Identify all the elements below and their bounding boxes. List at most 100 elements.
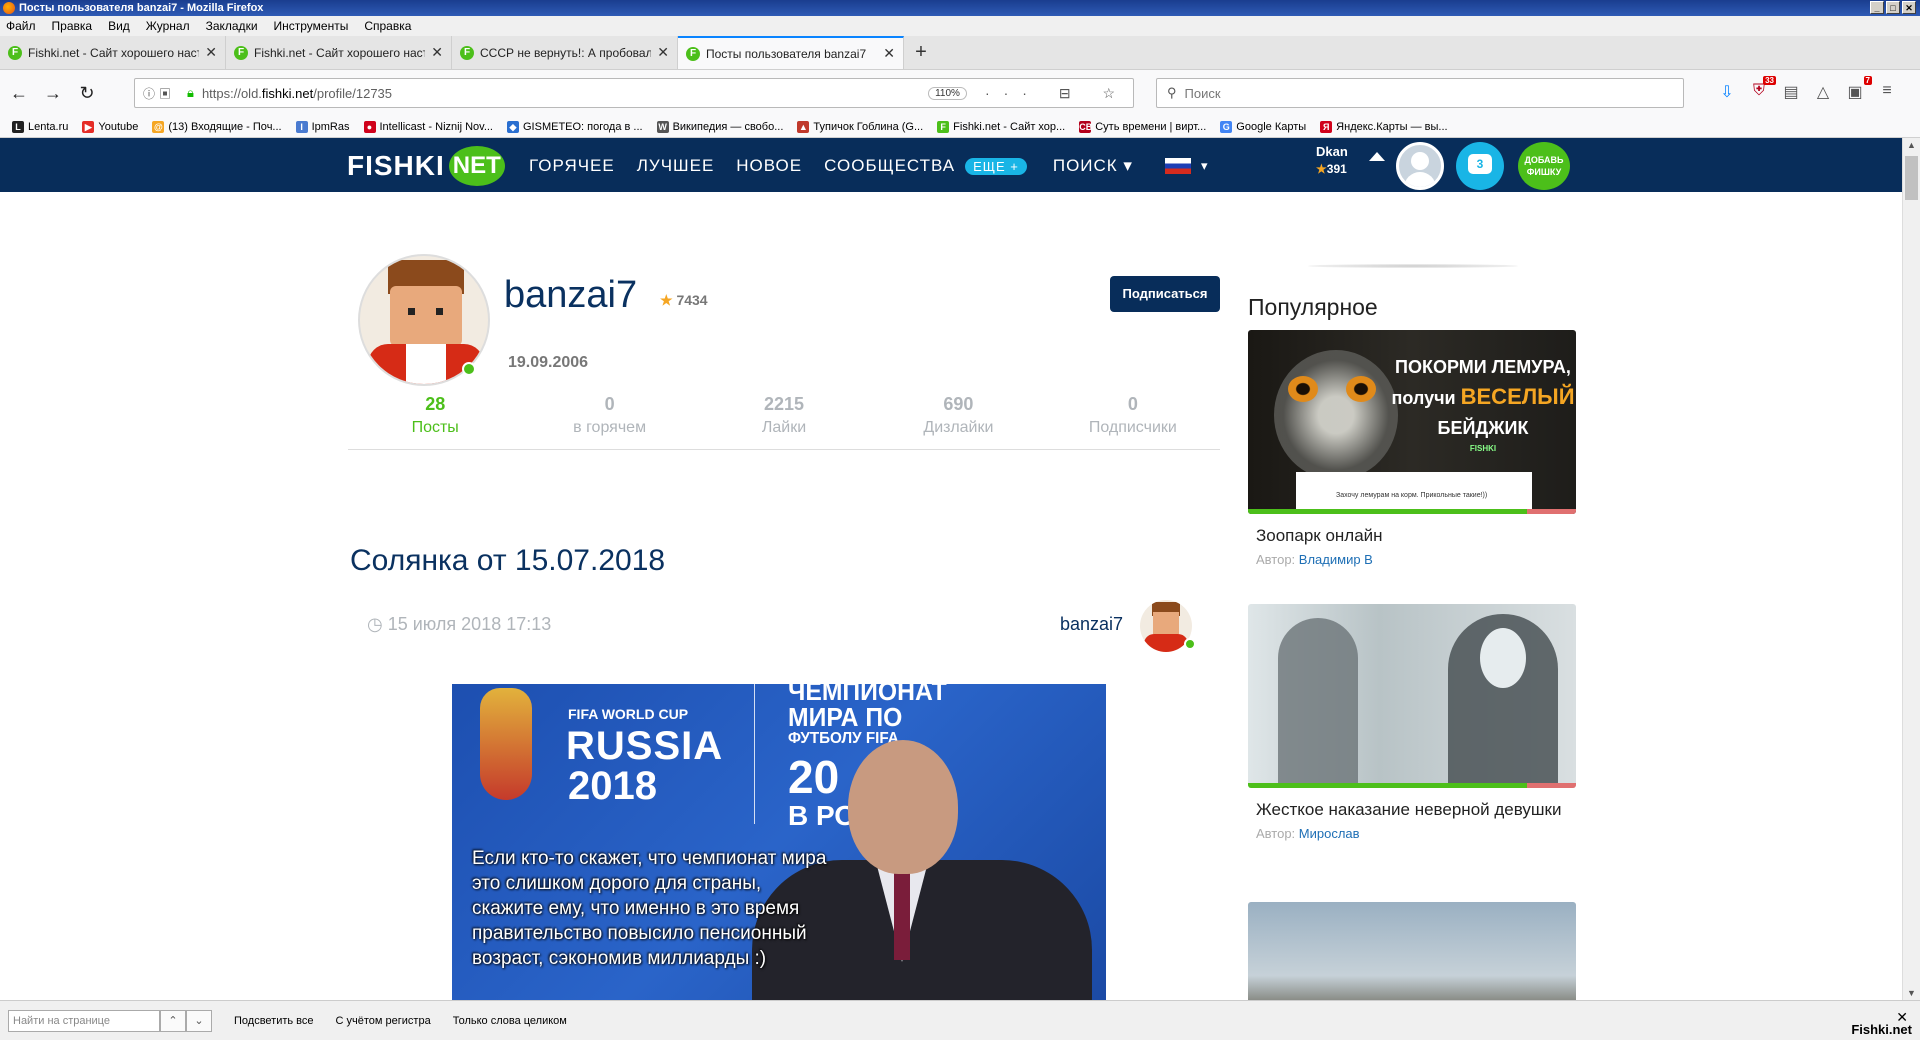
stat-likes[interactable]: 2215 Лайки: [697, 394, 871, 449]
bookmark-label: Тупичок Гоблина (G...: [813, 120, 924, 133]
vertical-scrollbar[interactable]: ▲ ▼: [1902, 138, 1920, 1000]
author-link[interactable]: Мирослав: [1299, 826, 1360, 841]
page-content: banzai7 ★ 7434 19.09.2006 Подписаться 28…: [0, 192, 1902, 1000]
addon-shield-icon[interactable]: ⛨ 33: [1750, 76, 1776, 102]
whole-words-toggle[interactable]: Только слова целиком: [453, 1015, 567, 1027]
bookmark-item[interactable]: I IpmRas: [295, 120, 350, 133]
nav-search[interactable]: ПОИСК ▾: [1053, 156, 1133, 176]
back-button[interactable]: ←: [4, 78, 34, 108]
scroll-thumb[interactable]: [1905, 156, 1918, 200]
zoom-indicator[interactable]: 110%: [928, 86, 967, 100]
browser-tab[interactable]: F СССР не вернуть!: А пробовал ✕: [452, 36, 678, 69]
addon-icon[interactable]: ▣ 7: [1846, 76, 1872, 102]
bookmark-item[interactable]: ◆ GISMETEO: погода в ...: [507, 120, 643, 133]
find-input[interactable]: Найти на странице: [8, 1009, 160, 1032]
subscribe-button[interactable]: Подписаться: [1110, 276, 1220, 312]
popular-card[interactable]: [1248, 902, 1576, 1000]
tab-close-icon[interactable]: ✕: [431, 44, 443, 61]
match-case-toggle[interactable]: С учётом регистра: [336, 1015, 431, 1027]
menu-file[interactable]: Файл: [6, 19, 36, 33]
download-icon[interactable]: ⇩: [1718, 82, 1736, 102]
hamburger-menu-icon[interactable]: ≡: [1878, 82, 1896, 102]
bookmark-item[interactable]: ▲ Тупичок Гоблина (G...: [797, 120, 924, 133]
nav-hot[interactable]: ГОРЯЧЕЕ: [529, 156, 615, 176]
bookmark-item[interactable]: L Lenta.ru: [12, 120, 68, 133]
highlight-all-toggle[interactable]: Подсветить все: [234, 1015, 314, 1027]
bookmark-item[interactable]: @ (13) Входящие - Поч...: [152, 120, 282, 133]
find-next-icon[interactable]: ⌄: [186, 1009, 212, 1032]
card-image[interactable]: ПОКОРМИ ЛЕМУРА, получи ВЕСЕЛЫЙ БЕЙДЖИК F…: [1248, 330, 1576, 514]
browser-tab[interactable]: F Fishki.net - Сайт хорошего настр ✕: [0, 36, 226, 69]
site-info-icon[interactable]: ⓘ▣: [143, 85, 175, 102]
popular-card[interactable]: Жесткое наказание неверной девушки Автор…: [1248, 604, 1576, 845]
nav-best[interactable]: ЛУЧШЕЕ: [637, 156, 715, 176]
menu-edit[interactable]: Правка: [52, 19, 93, 33]
find-prev-icon[interactable]: ⌃: [160, 1009, 186, 1032]
menu-bookmarks[interactable]: Закладки: [206, 19, 258, 33]
russia-flag-icon[interactable]: [1164, 158, 1191, 174]
browser-tab[interactable]: F Fishki.net - Сайт хорошего настр ✕: [226, 36, 452, 69]
nav-more-button[interactable]: ЕЩЕ +: [965, 157, 1027, 175]
bookmark-item[interactable]: F Fishki.net - Сайт хор...: [937, 120, 1065, 133]
lang-caret-icon[interactable]: ▾: [1201, 158, 1209, 174]
rating-bar: [1248, 783, 1576, 788]
bookmark-item[interactable]: ● Intellicast - Niznij Nov...: [363, 120, 493, 133]
nav-communities[interactable]: СООБЩЕСТВА: [824, 156, 955, 176]
card-image[interactable]: [1248, 604, 1576, 788]
tab-close-icon[interactable]: ✕: [883, 45, 895, 62]
stat-hot[interactable]: 0 в горячем: [522, 394, 696, 449]
post-image[interactable]: FIFA WORLD CUP RUSSIA 2018 ЧЕМПИОНАТ МИРА…: [452, 684, 1106, 1000]
lock-icon: 🔒︎: [187, 85, 194, 100]
author-link[interactable]: Владимир В: [1299, 552, 1373, 567]
post-title[interactable]: Солянка от 15.07.2018: [350, 544, 665, 578]
user-name[interactable]: Dkan: [1316, 144, 1348, 159]
site-logo[interactable]: FISHKI NET: [347, 146, 505, 186]
forward-button[interactable]: →: [38, 78, 68, 108]
library-icon[interactable]: ▤: [1782, 82, 1800, 102]
sync-icon[interactable]: △: [1814, 82, 1832, 102]
author-prefix: Автор:: [1256, 552, 1296, 567]
nav-new[interactable]: НОВОЕ: [736, 156, 802, 176]
menu-tools[interactable]: Инструменты: [274, 19, 349, 33]
search-bar[interactable]: ⚲ Поиск: [1156, 78, 1684, 108]
scroll-up-icon[interactable]: ▲: [1907, 140, 1916, 150]
find-bar: Найти на странице ⌃ ⌄ Подсветить все С у…: [0, 1000, 1920, 1040]
post-author[interactable]: banzai7: [1060, 614, 1123, 635]
tab-title: Fishki.net - Сайт хорошего настр: [254, 45, 426, 60]
bookmark-item[interactable]: Я Яндекс.Карты — вы...: [1320, 120, 1448, 133]
close-window-button[interactable]: ✕: [1902, 1, 1916, 14]
add-post-button[interactable]: ДОБАВЬ ФИШКУ: [1518, 142, 1570, 190]
maximize-button[interactable]: □: [1886, 1, 1900, 14]
bookmark-item[interactable]: СВ Суть времени | вирт...: [1079, 120, 1206, 133]
stat-posts[interactable]: 28 Посты: [348, 394, 522, 449]
banner-line: ПОКОРМИ ЛЕМУРА,: [1395, 357, 1571, 377]
menu-history[interactable]: Журнал: [146, 19, 190, 33]
bookmark-item[interactable]: W Википедия — свобо...: [656, 120, 783, 133]
tab-close-icon[interactable]: ✕: [657, 44, 669, 61]
scroll-down-icon[interactable]: ▼: [1907, 988, 1916, 998]
browser-tab-active[interactable]: F Посты пользователя banzai7 ✕: [678, 36, 904, 69]
stat-subscribers[interactable]: 0 Подписчики: [1046, 394, 1220, 449]
stat-dislikes[interactable]: 690 Дизлайки: [871, 394, 1045, 449]
caret-up-icon[interactable]: [1369, 152, 1385, 161]
tab-close-icon[interactable]: ✕: [205, 44, 217, 61]
menu-help[interactable]: Справка: [364, 19, 411, 33]
bookmark-item[interactable]: ▶ Youtube: [82, 120, 138, 133]
user-avatar[interactable]: [1396, 142, 1444, 190]
banner-line: получи: [1391, 388, 1456, 408]
profile-name: banzai7: [504, 274, 638, 316]
card-title[interactable]: Жесткое наказание неверной девушки: [1248, 788, 1576, 822]
reload-button[interactable]: ↻: [72, 78, 102, 108]
popular-card[interactable]: ПОКОРМИ ЛЕМУРА, получи ВЕСЕЛЫЙ БЕЙДЖИК F…: [1248, 330, 1576, 571]
messages-button[interactable]: 3: [1456, 142, 1504, 190]
card-title[interactable]: Зоопарк онлайн: [1248, 514, 1576, 548]
bookmark-item[interactable]: G Google Карты: [1220, 120, 1306, 133]
new-tab-button[interactable]: +: [904, 36, 938, 69]
card-image[interactable]: [1248, 902, 1576, 1000]
profile-rating-value: 7434: [676, 292, 708, 308]
menu-view[interactable]: Вид: [108, 19, 130, 33]
page-actions-icons[interactable]: ··· ⊟ ☆: [985, 85, 1129, 102]
minimize-button[interactable]: _: [1870, 1, 1884, 14]
url-text[interactable]: https://old.fishki.net/profile/12735: [202, 86, 928, 101]
url-bar[interactable]: ⓘ▣ 🔒︎ https://old.fishki.net/profile/127…: [134, 78, 1134, 108]
